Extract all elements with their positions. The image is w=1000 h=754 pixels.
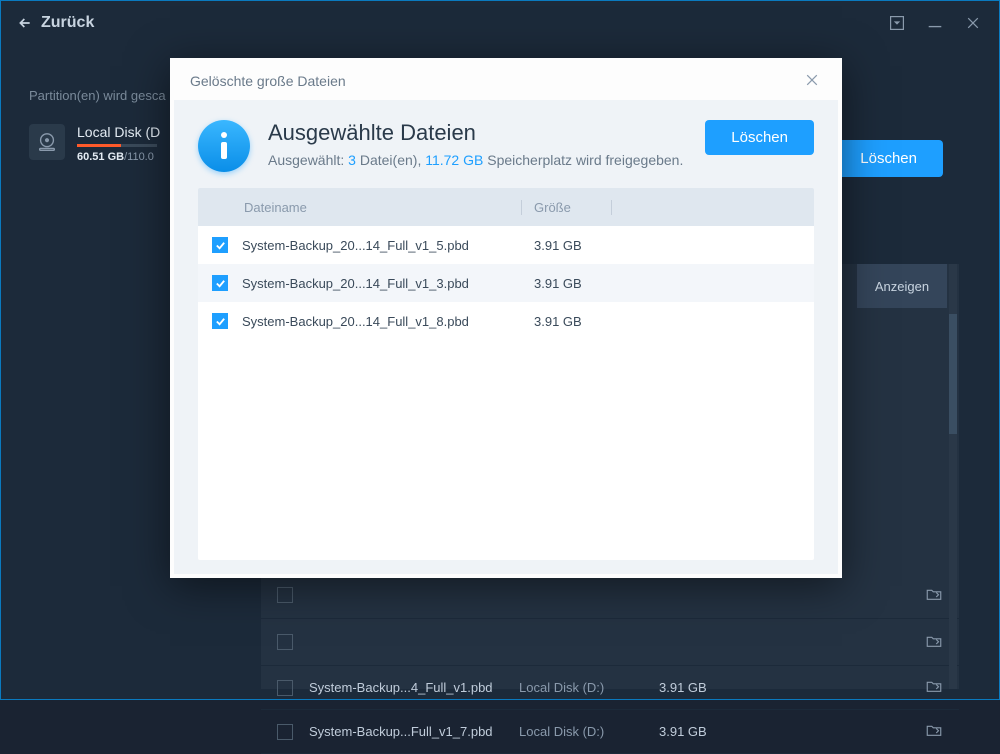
dialog-titlebar: Gelöschte große Dateien: [170, 58, 842, 100]
back-arrow-icon: [17, 15, 33, 31]
disk-name: Local Disk (D: [77, 124, 160, 140]
col-filename[interactable]: Dateiname: [242, 200, 522, 215]
bg-file-row[interactable]: [261, 619, 959, 666]
file-row[interactable]: System-Backup_20...14_Full_v1_3.pbd 3.91…: [198, 264, 814, 302]
file-table-header: Dateiname Größe: [198, 188, 814, 226]
open-folder-icon[interactable]: [925, 586, 943, 605]
disk-size-label: 60.51 GB/110.0: [77, 151, 160, 163]
file-row[interactable]: System-Backup_20...14_Full_v1_5.pbd 3.91…: [198, 226, 814, 264]
bg-file-row[interactable]: [261, 572, 959, 619]
disk-usage-bar: [77, 144, 157, 147]
titlebar-controls: [887, 13, 983, 33]
delete-button-main[interactable]: Löschen: [834, 140, 943, 177]
open-folder-icon[interactable]: [925, 633, 943, 652]
bg-location: Local Disk (D:): [519, 680, 659, 695]
checkbox[interactable]: [277, 587, 293, 603]
file-size: 3.91 GB: [522, 276, 612, 291]
bg-filename: System-Backup...Full_v1_7.pbd: [309, 724, 519, 739]
bg-location: Local Disk (D:): [519, 724, 659, 739]
dialog-heading: Ausgewählte Dateien: [268, 120, 683, 146]
file-row[interactable]: System-Backup_20...14_Full_v1_8.pbd 3.91…: [198, 302, 814, 340]
disk-icon: [29, 124, 65, 160]
titlebar: Zurück: [0, 0, 1000, 44]
open-folder-icon[interactable]: [925, 678, 943, 697]
disk-info: Local Disk (D 60.51 GB/110.0: [77, 124, 160, 163]
dialog-body: Ausgewählte Dateien Ausgewählt: 3 Datei(…: [174, 100, 838, 574]
scan-status-label: Partition(en) wird gesca: [29, 88, 166, 103]
file-size: 3.91 GB: [522, 238, 612, 253]
checkbox-checked[interactable]: [212, 237, 228, 253]
file-name: System-Backup_20...14_Full_v1_8.pbd: [242, 314, 522, 329]
disk-card[interactable]: Local Disk (D 60.51 GB/110.0: [29, 124, 160, 163]
info-icon: [198, 120, 250, 172]
file-size: 3.91 GB: [522, 314, 612, 329]
dropdown-icon[interactable]: [887, 13, 907, 33]
file-name: System-Backup_20...14_Full_v1_5.pbd: [242, 238, 522, 253]
selected-files-dialog: Gelöschte große Dateien Ausgewählte Date…: [170, 58, 842, 578]
dialog-subtext: Ausgewählt: 3 Datei(en), 11.72 GB Speich…: [268, 150, 683, 171]
back-label: Zurück: [41, 14, 94, 32]
open-folder-icon[interactable]: [925, 722, 943, 741]
scrollbar[interactable]: [949, 264, 957, 689]
file-table: Dateiname Größe System-Backup_20...14_Fu…: [198, 188, 814, 560]
file-name: System-Backup_20...14_Full_v1_3.pbd: [242, 276, 522, 291]
minimize-icon[interactable]: [925, 13, 945, 33]
checkbox[interactable]: [277, 724, 293, 740]
back-button[interactable]: Zurück: [17, 14, 94, 32]
close-icon[interactable]: [963, 13, 983, 33]
dialog-heading-block: Ausgewählte Dateien Ausgewählt: 3 Datei(…: [268, 120, 683, 171]
checkbox-checked[interactable]: [212, 275, 228, 291]
checkbox-checked[interactable]: [212, 313, 228, 329]
col-size[interactable]: Größe: [522, 200, 612, 215]
bg-size: 3.91 GB: [659, 724, 759, 739]
dialog-title: Gelöschte große Dateien: [190, 73, 346, 89]
bg-size: 3.91 GB: [659, 680, 759, 695]
bg-file-row[interactable]: System-Backup...4_Full_v1.pbd Local Disk…: [261, 666, 959, 710]
dialog-header-row: Ausgewählte Dateien Ausgewählt: 3 Datei(…: [198, 120, 814, 172]
bg-filename: System-Backup...4_Full_v1.pbd: [309, 680, 519, 695]
bg-file-row[interactable]: System-Backup...Full_v1_7.pbd Local Disk…: [261, 710, 959, 754]
anzeigen-header[interactable]: Anzeigen: [857, 264, 947, 308]
checkbox[interactable]: [277, 634, 293, 650]
checkbox[interactable]: [277, 680, 293, 696]
dialog-delete-button[interactable]: Löschen: [705, 120, 814, 155]
dialog-close-icon[interactable]: [804, 72, 822, 90]
